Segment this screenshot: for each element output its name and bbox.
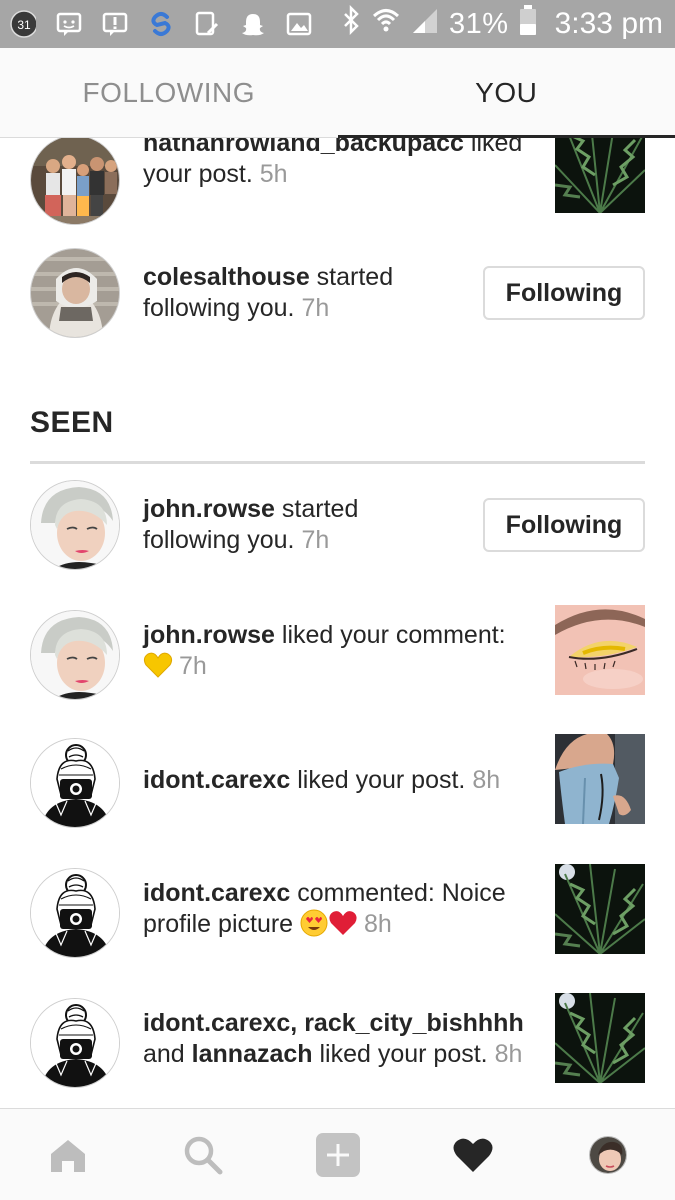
notification-text: idont.carexc liked your post. 8h xyxy=(143,766,501,794)
avatar xyxy=(588,1135,627,1174)
avatar[interactable] xyxy=(30,998,120,1088)
status-bar: 31 31% 3:33 pm xyxy=(0,0,675,48)
notification-text: idont.carexc commented: Noice profile pi… xyxy=(143,878,506,945)
timestamp: 7h xyxy=(301,294,330,322)
list-item[interactable]: john.rowse liked your comment: 7h xyxy=(0,605,675,708)
activity-feed[interactable]: nathanrowland_backupacc liked your post.… xyxy=(0,138,675,1108)
notification-text: john.rowse liked your comment: 7h xyxy=(143,620,506,686)
post-thumbnail[interactable] xyxy=(555,138,645,213)
list-item[interactable]: colesalthouse started following you. 7h … xyxy=(0,246,675,346)
battery-percent: 31% xyxy=(449,7,509,40)
post-thumbnail[interactable] xyxy=(555,864,645,954)
profile-avatar[interactable] xyxy=(578,1125,638,1185)
section-divider xyxy=(30,461,645,464)
messenger-icon xyxy=(56,11,82,37)
avatar[interactable] xyxy=(30,868,120,958)
username[interactable]: nathanrowland_backupacc xyxy=(143,138,464,157)
list-item[interactable]: john.rowse started following you. 7h Fol… xyxy=(0,478,675,578)
avatar[interactable] xyxy=(30,480,120,570)
following-button[interactable]: Following xyxy=(483,266,645,320)
timestamp: 5h xyxy=(259,160,288,188)
list-item[interactable]: idont.carexc, rack_city_bishhhh and lann… xyxy=(0,993,675,1096)
following-button[interactable]: Following xyxy=(483,498,645,552)
yellow-heart-icon xyxy=(143,652,173,686)
list-item[interactable]: idont.carexc liked your post. 8h xyxy=(0,734,675,836)
username[interactable]: colesalthouse xyxy=(143,263,310,291)
avatar[interactable] xyxy=(30,138,120,225)
tab-you[interactable]: YOU xyxy=(337,48,675,138)
activity-tabs: FOLLOWING YOU xyxy=(0,48,675,138)
bluetooth-icon xyxy=(341,4,361,43)
heart-eyes-emoji-icon xyxy=(300,909,328,945)
add-icon[interactable] xyxy=(308,1125,368,1185)
username[interactable]: john.rowse xyxy=(143,621,275,649)
battery-icon xyxy=(519,4,537,44)
list-item[interactable]: nathanrowland_backupacc liked your post.… xyxy=(0,138,675,238)
clock: 3:33 pm xyxy=(554,7,663,40)
username[interactable]: rack_city_bishhhh xyxy=(304,1009,524,1037)
notification-text: colesalthouse started following you. 7h xyxy=(143,263,394,322)
tab-following[interactable]: FOLLOWING xyxy=(0,48,338,137)
svg-text:31: 31 xyxy=(17,18,31,32)
section-title-seen: SEEN xyxy=(30,406,114,439)
notification-text: nathanrowland_backupacc liked your post.… xyxy=(143,138,522,190)
heart-icon[interactable] xyxy=(443,1125,503,1185)
username[interactable]: john.rowse xyxy=(143,495,275,523)
red-heart-icon xyxy=(328,910,358,944)
post-thumbnail[interactable] xyxy=(555,734,645,824)
gallery-icon xyxy=(286,11,312,37)
home-icon[interactable] xyxy=(38,1125,98,1185)
notification-text: idont.carexc, rack_city_bishhhh and lann… xyxy=(143,1009,524,1068)
alert-message-icon xyxy=(102,11,128,37)
avatar[interactable] xyxy=(30,738,120,828)
screenshot-edit-icon xyxy=(194,11,220,37)
username[interactable]: idont.carexc xyxy=(143,1009,290,1037)
wifi-icon xyxy=(371,5,401,43)
timestamp: 7h xyxy=(179,652,207,680)
shazam-icon xyxy=(148,11,174,37)
list-item[interactable]: idont.carexc commented: Noice profile pi… xyxy=(0,864,675,966)
notification-count-icon: 31 xyxy=(10,10,36,38)
username[interactable]: lannazach xyxy=(192,1040,313,1068)
snapchat-icon xyxy=(240,11,266,37)
notification-text: john.rowse started following you. 7h xyxy=(143,495,359,554)
bottom-navigation xyxy=(0,1108,675,1200)
signal-icon xyxy=(411,5,439,43)
username[interactable]: idont.carexc xyxy=(143,766,290,794)
avatar[interactable] xyxy=(30,610,120,700)
timestamp: 7h xyxy=(301,526,330,554)
avatar[interactable] xyxy=(30,248,120,338)
timestamp: 8h xyxy=(364,910,392,938)
timestamp: 8h xyxy=(494,1040,523,1068)
search-icon[interactable] xyxy=(173,1125,233,1185)
post-thumbnail[interactable] xyxy=(555,605,645,695)
username[interactable]: idont.carexc xyxy=(143,879,290,907)
post-thumbnail[interactable] xyxy=(555,993,645,1083)
timestamp: 8h xyxy=(472,766,501,794)
